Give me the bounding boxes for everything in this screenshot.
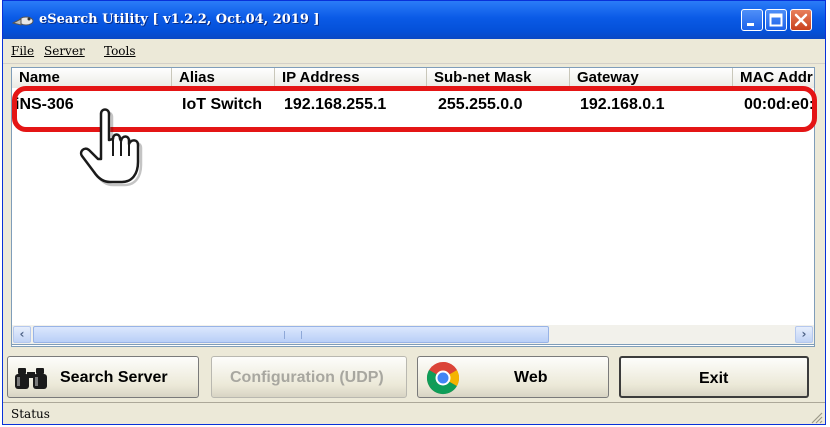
esearch-utility-window: eSearch Utility [ v1.2.2, Oct.04, 2019 ]…	[2, 0, 826, 425]
cell-gateway: 192.168.0.1	[580, 96, 665, 113]
esearch-app-icon	[12, 16, 34, 26]
search-server-button[interactable]: Search Server	[7, 356, 199, 398]
column-header-ip-address[interactable]: IP Address	[275, 68, 427, 88]
scroll-left-button[interactable]: ‹	[13, 326, 31, 343]
exit-label: Exit	[699, 370, 729, 387]
column-header-subnet-mask[interactable]: Sub-net Mask	[427, 68, 570, 88]
menu-file[interactable]: File	[11, 44, 34, 58]
menu-server[interactable]: Server	[44, 44, 85, 58]
resize-grip-icon[interactable]	[809, 410, 823, 424]
hand-pointer-icon	[79, 108, 143, 187]
maximize-button[interactable]	[765, 9, 787, 31]
menu-bar: File Server Tools	[3, 39, 825, 64]
cell-subnet-mask: 255.255.0.0	[438, 96, 523, 113]
scroll-right-button[interactable]: ›	[795, 326, 813, 343]
minimize-icon	[747, 23, 754, 26]
maximize-icon	[769, 13, 783, 27]
column-header-name[interactable]: Name	[12, 68, 172, 88]
minimize-button[interactable]	[741, 9, 763, 31]
column-header-alias[interactable]: Alias	[172, 68, 275, 88]
scroll-left-arrow-icon: ‹	[19, 327, 25, 341]
chrome-icon	[426, 361, 460, 395]
cell-name: iNS-306	[15, 96, 74, 113]
column-header-mac-address[interactable]: MAC Addr	[733, 68, 814, 88]
web-label: Web	[514, 369, 548, 386]
scroll-thumb[interactable]	[33, 326, 549, 343]
cell-ip-address: 192.168.255.1	[284, 96, 387, 113]
search-server-label: Search Server	[60, 369, 168, 386]
horizontal-scrollbar[interactable]: ‹ ›	[11, 325, 815, 345]
scroll-grip	[284, 331, 302, 339]
column-header-gateway[interactable]: Gateway	[570, 68, 733, 88]
configuration-udp-button[interactable]: Configuration (UDP)	[211, 356, 407, 398]
exit-button[interactable]: Exit	[619, 356, 809, 398]
status-text: Status	[11, 407, 50, 421]
scroll-right-arrow-icon: ›	[801, 327, 807, 341]
window-title: eSearch Utility [ v1.2.2, Oct.04, 2019 ]	[39, 12, 320, 27]
close-button[interactable]	[790, 9, 812, 31]
title-bar[interactable]: eSearch Utility [ v1.2.2, Oct.04, 2019 ]	[3, 1, 825, 39]
menu-tools[interactable]: Tools	[104, 44, 136, 58]
configuration-udp-label: Configuration (UDP)	[230, 369, 384, 386]
status-bar: Status	[3, 402, 825, 424]
close-icon	[794, 13, 808, 27]
web-button[interactable]: Web	[417, 356, 609, 398]
binoculars-icon	[15, 368, 47, 389]
cell-alias: IoT Switch	[182, 96, 262, 113]
cell-mac-address: 00:0d:e0:	[744, 96, 815, 113]
